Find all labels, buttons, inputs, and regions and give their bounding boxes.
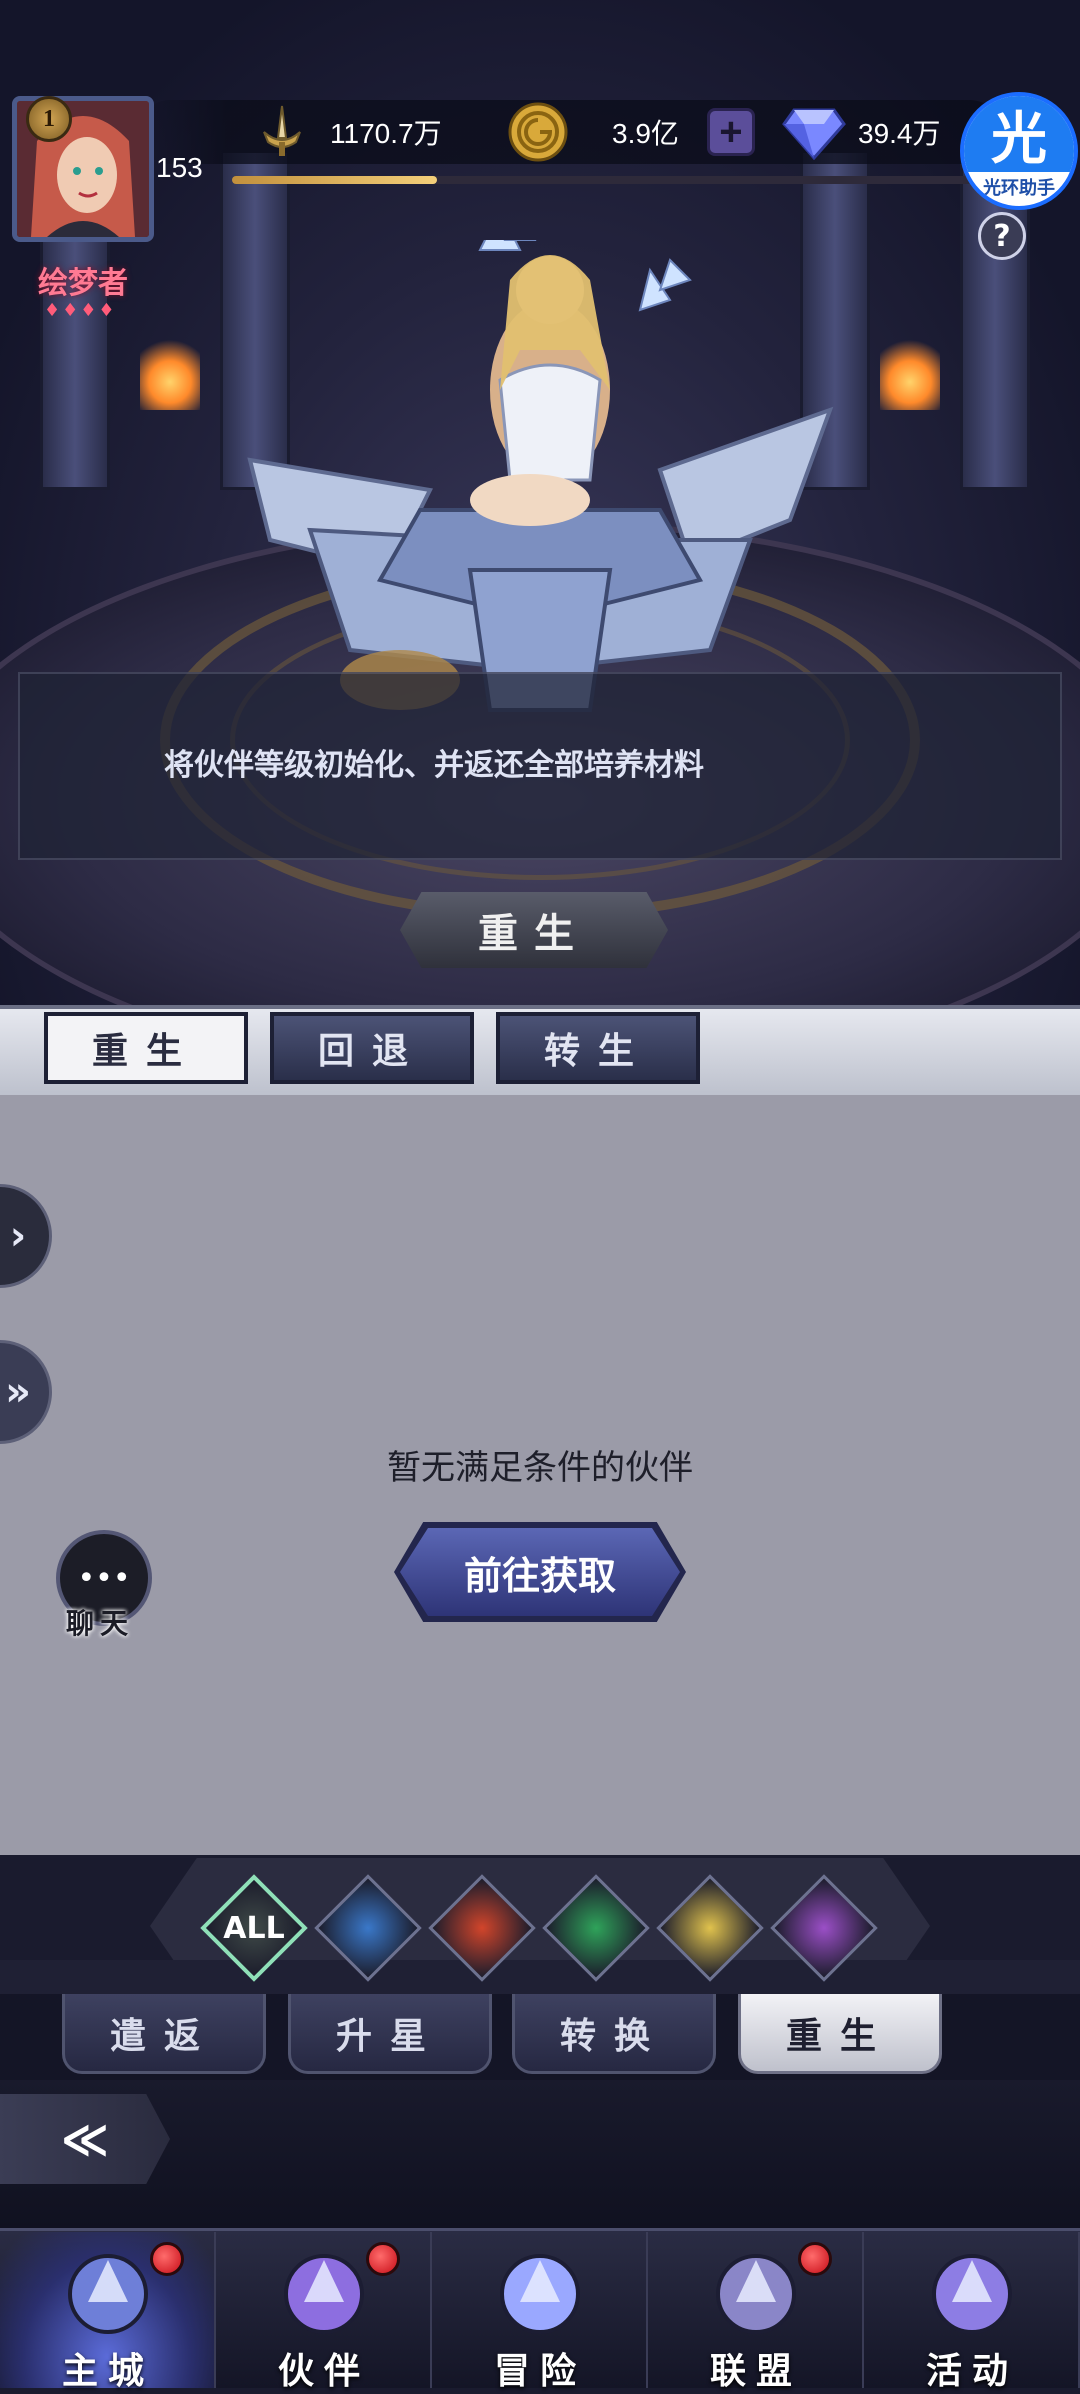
tab-rebirth[interactable]: 重生	[44, 1012, 248, 1084]
tab-star-up[interactable]: 升星	[288, 1994, 492, 2074]
empty-state-text: 暂无满足条件的伙伴	[387, 1448, 693, 1488]
add-gold-button[interactable]: +	[706, 108, 755, 156]
nav-item-4[interactable]: 活动	[864, 2232, 1080, 2392]
back-button[interactable]: ≪	[0, 2094, 170, 2184]
xp-bar-fill	[232, 176, 438, 184]
tab-dismiss[interactable]: 遣返	[62, 1994, 266, 2074]
adventure-compass-icon	[500, 2254, 580, 2334]
gold-coin-icon	[506, 100, 570, 164]
go-obtain-button[interactable]: 前往获取	[400, 1528, 680, 1616]
player-title: 绘梦者	[38, 266, 128, 301]
element-filter-all[interactable]: ALL	[200, 1874, 308, 1982]
tab-convert[interactable]: 转换	[512, 1994, 716, 2074]
nav-item-3[interactable]: 联盟	[648, 2232, 864, 2392]
nav-item-0[interactable]: 主城	[0, 2232, 216, 2392]
xp-bar	[232, 176, 992, 184]
element-filter-water[interactable]	[314, 1874, 422, 1982]
back-arrow-icon: ≪	[60, 2112, 110, 2166]
nav-label: 联盟	[709, 2350, 802, 2392]
double-chevron-right-icon: »	[5, 1369, 31, 1415]
chevron-right-icon: ›	[9, 1213, 27, 1259]
nav-label: 主城	[61, 2350, 154, 2392]
torch-fire	[140, 330, 200, 410]
tab-reincarnate[interactable]: 转生	[496, 1012, 700, 1084]
alliance-shield-icon	[716, 2254, 796, 2334]
activity-cards-icon	[932, 2254, 1012, 2334]
nav-label: 冒险	[493, 2350, 586, 2392]
element-fire-icon	[428, 1874, 536, 1982]
diamond-icon	[782, 100, 846, 164]
nav-item-2[interactable]: 冒险	[432, 2232, 648, 2392]
notification-dot-icon	[798, 2242, 832, 2276]
player-level: 153	[156, 152, 203, 183]
gold-resource: 3.9亿 +	[506, 100, 755, 164]
element-filter-light[interactable]	[656, 1874, 764, 1982]
chat-bubble-icon: •••	[77, 1560, 131, 1596]
power-resource: 1170.7万	[250, 100, 442, 164]
assistant-glyph: 光	[964, 96, 1074, 172]
nav-item-1[interactable]: 伙伴	[216, 2232, 432, 2392]
element-dark-icon	[770, 1874, 878, 1982]
rebirth-action-button[interactable]: 重生	[400, 892, 668, 968]
chat-label: 聊天	[66, 1607, 135, 1640]
diamond-value: 39.4万	[858, 118, 941, 149]
element-filter-dark[interactable]	[770, 1874, 878, 1982]
back-area	[0, 2080, 1080, 2230]
element-wind-icon	[542, 1874, 650, 1982]
main-city-castle-icon	[68, 2254, 148, 2334]
element-light-icon	[656, 1874, 764, 1982]
diamond-resource: 39.4万	[782, 100, 941, 164]
partner-hat-icon	[284, 2254, 364, 2334]
nav-label: 伙伴	[277, 2350, 370, 2392]
element-label: ALL	[223, 1910, 285, 1946]
assistant-app-button[interactable]: 光 光环助手	[960, 92, 1078, 210]
tab-category-rebirth[interactable]: 重生	[738, 1994, 942, 2074]
element-filter-fire[interactable]	[428, 1874, 536, 1982]
title-gems: ♦♦♦♦	[44, 300, 117, 321]
gold-value: 3.9亿	[612, 118, 679, 149]
rebirth-description: 将伙伴等级初始化、并返还全部培养材料	[164, 748, 704, 783]
power-value: 1170.7万	[330, 118, 442, 149]
sword-power-icon	[250, 100, 314, 164]
notification-dot-icon	[366, 2242, 400, 2276]
torch-fire	[880, 330, 940, 410]
element-water-icon	[314, 1874, 422, 1982]
vip-level-badge: 1	[26, 96, 72, 142]
help-button[interactable]: ?	[978, 212, 1026, 260]
element-filter-wind[interactable]	[542, 1874, 650, 1982]
nav-label: 活动	[925, 2350, 1018, 2392]
tab-revert[interactable]: 回退	[270, 1012, 474, 1084]
assistant-label: 光环助手	[983, 178, 1055, 199]
notification-dot-icon	[150, 2242, 184, 2276]
